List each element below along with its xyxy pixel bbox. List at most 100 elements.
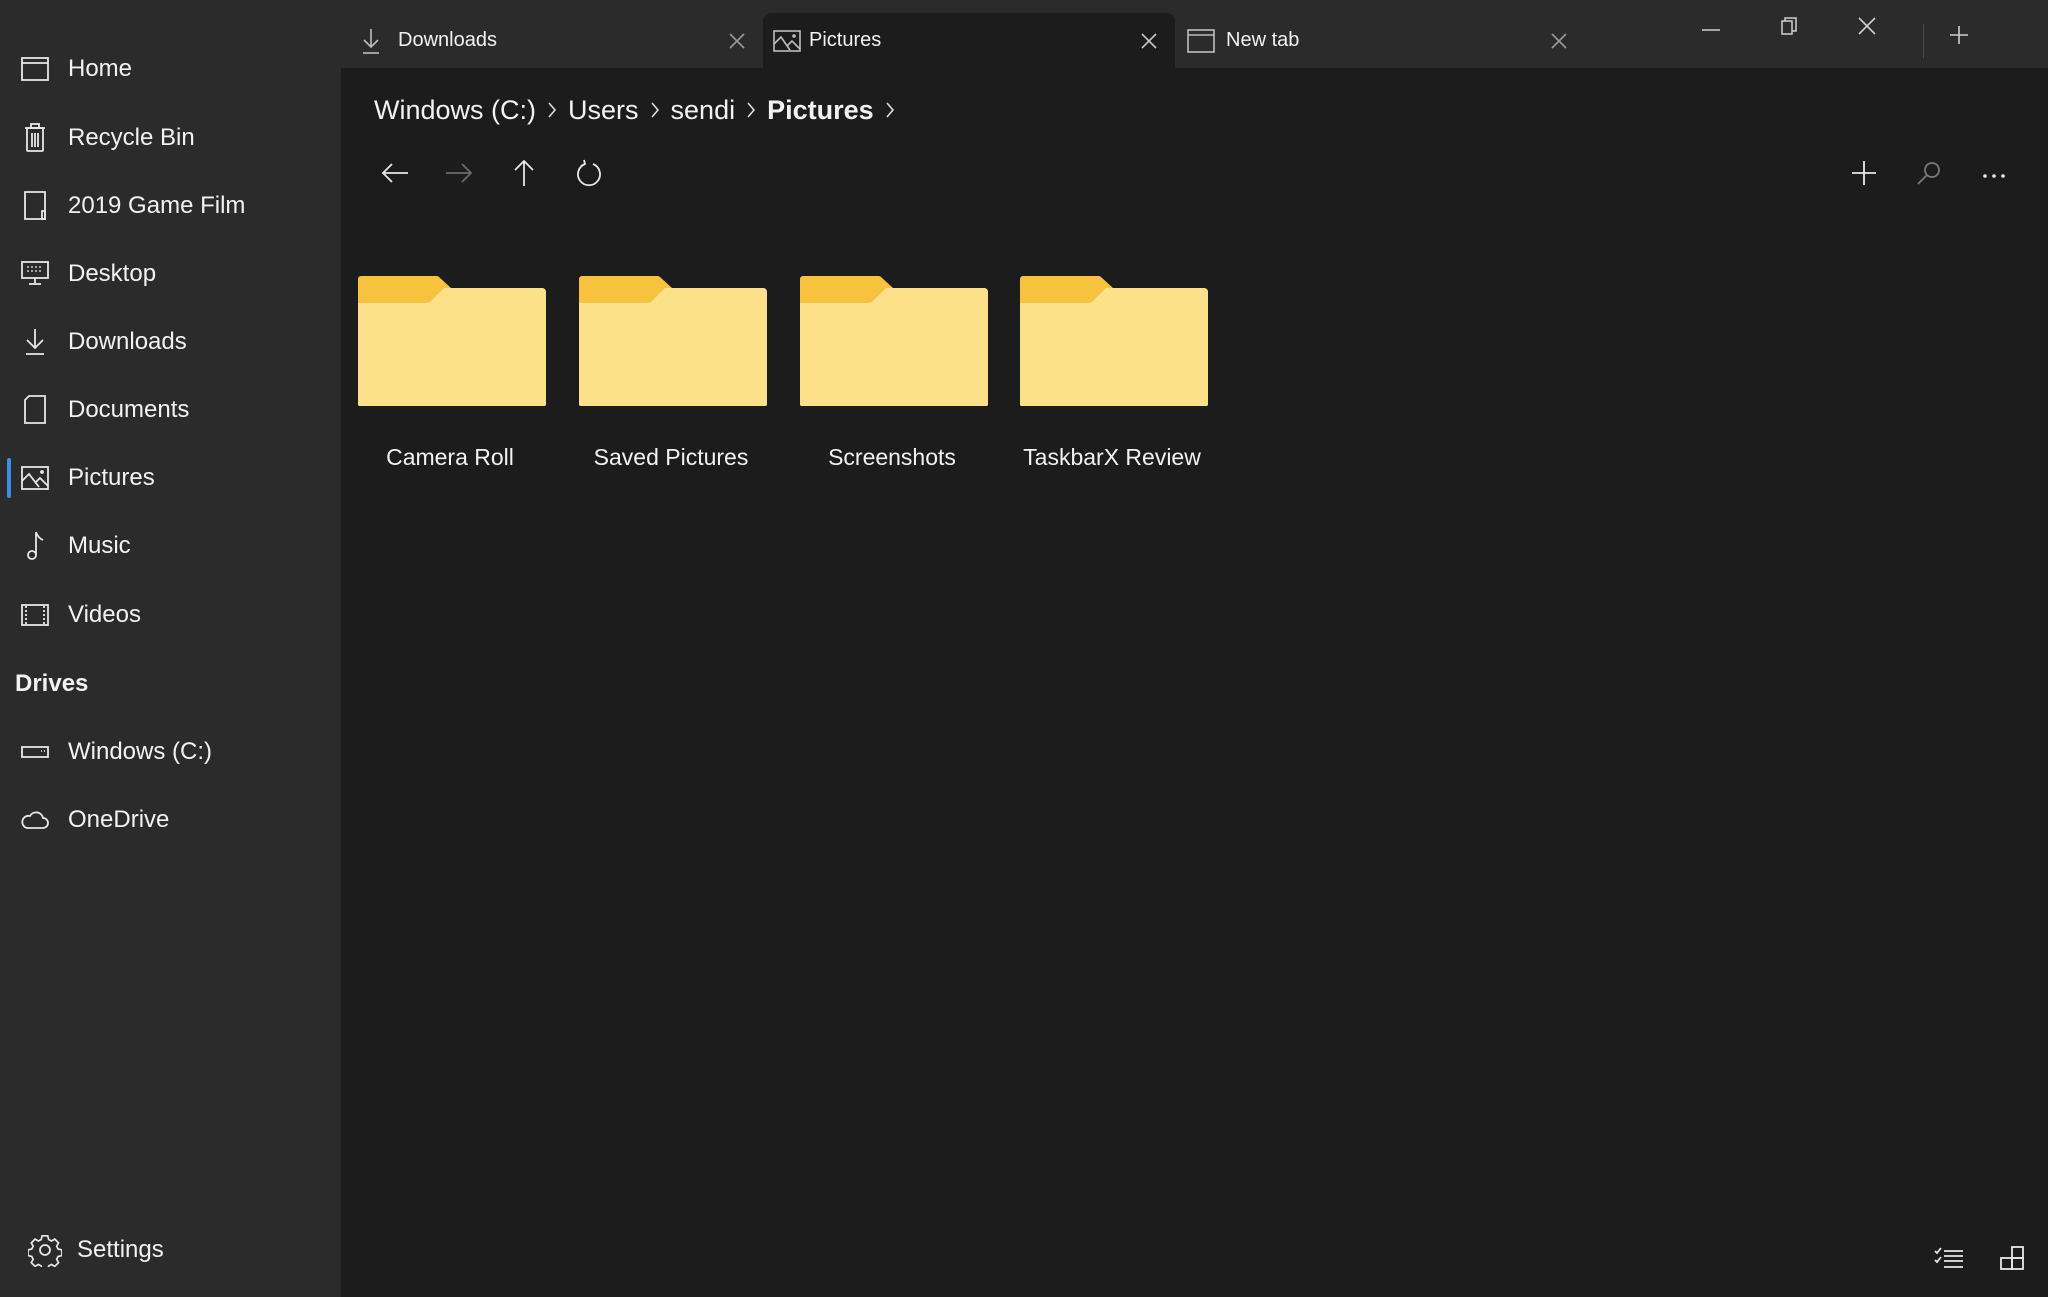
sidebar-item-label: Documents [68, 396, 190, 423]
close-tab-icon[interactable] [725, 29, 749, 53]
desktop-icon [20, 259, 50, 289]
home-icon [20, 54, 50, 84]
folder-pin-icon [20, 191, 50, 221]
tab-separator [1923, 24, 1924, 58]
folder-item[interactable]: TaskbarX Review [1002, 268, 1212, 498]
sidebar-item-desktop[interactable]: Desktop [0, 246, 341, 302]
folder-name: Screenshots [828, 444, 956, 470]
sidebar-item-label: Recycle Bin [68, 124, 195, 151]
video-icon [20, 600, 50, 630]
close-tab-icon[interactable] [1547, 29, 1571, 53]
add-icon [1949, 25, 1969, 50]
chevron-right-icon[interactable] [536, 96, 568, 124]
forward-button[interactable] [437, 153, 481, 197]
tab-label: New tab [1226, 29, 1300, 51]
sidebar-item-home[interactable]: Home [0, 41, 341, 97]
layout-mode-icon [2000, 1245, 2024, 1275]
folder-item[interactable]: Screenshots [782, 268, 992, 498]
folder-name: Saved Pictures [593, 444, 749, 470]
sidebar-item-label: Home [68, 55, 133, 82]
restore-button[interactable] [1759, 8, 1819, 48]
download-icon [20, 327, 50, 357]
up-button[interactable] [502, 153, 546, 197]
sidebar-item-windows-c[interactable]: Windows (C:) [0, 724, 341, 780]
up-arrow-icon [513, 159, 535, 192]
sidebar-item-label: Pictures [68, 464, 155, 491]
chevron-right-icon[interactable] [735, 96, 767, 124]
chevron-right-icon[interactable] [639, 96, 671, 124]
music-note-icon [20, 531, 50, 561]
main-content: Windows (C:) Users sendi Pictures Camera… [341, 68, 2048, 1297]
multi-select-icon [1934, 1246, 1964, 1274]
document-icon [20, 395, 50, 425]
settings-label: Settings [77, 1236, 164, 1263]
refresh-button[interactable] [567, 153, 611, 197]
gear-icon [27, 1233, 63, 1271]
breadcrumb-item-pictures[interactable]: Pictures [767, 95, 874, 126]
folder-item[interactable]: Saved Pictures [561, 268, 771, 498]
breadcrumb-item-sendi[interactable]: sendi [671, 95, 736, 126]
folder-icon [579, 276, 767, 406]
sidebar: Home Recycle Bin 2019 Game Film Desktop … [0, 0, 341, 1297]
drive-icon [20, 737, 50, 767]
sidebar-item-label: Desktop [68, 260, 157, 287]
forward-arrow-icon [445, 162, 473, 189]
folder-name: Camera Roll [386, 444, 514, 470]
sidebar-item-music[interactable]: Music [0, 518, 341, 574]
breadcrumb-item-windows-c[interactable]: Windows (C:) [374, 95, 536, 126]
folder-icon [358, 276, 546, 406]
cloud-icon [20, 805, 50, 835]
drives-section-header: Drives [15, 670, 89, 697]
window-icon [1187, 27, 1215, 55]
tab-bar: Downloads Pictures New tab [341, 0, 2048, 68]
sidebar-item-documents[interactable]: Documents [0, 382, 341, 438]
search-icon [1916, 160, 1942, 191]
sidebar-item-label: Music [68, 532, 131, 559]
download-icon [357, 27, 385, 55]
picture-icon [20, 463, 50, 493]
tab-label: Pictures [809, 29, 882, 51]
close-tab-icon[interactable] [1137, 29, 1161, 53]
close-icon [1858, 16, 1876, 40]
new-item-button[interactable] [1842, 153, 1886, 197]
selected-indicator [7, 458, 11, 498]
refresh-icon [576, 159, 602, 192]
tab-label: Downloads [398, 29, 497, 51]
tab-new-tab[interactable]: New tab [1175, 13, 1585, 68]
folder-item[interactable]: Camera Roll [340, 268, 550, 498]
chevron-right-icon[interactable] [874, 96, 906, 124]
minimize-icon [1702, 19, 1720, 37]
recycle-bin-icon [20, 123, 50, 153]
sidebar-item-onedrive[interactable]: OneDrive [0, 792, 341, 848]
more-options-button[interactable] [1972, 153, 2016, 197]
close-window-button[interactable] [1837, 8, 1897, 48]
picture-icon [773, 27, 801, 55]
sidebar-item-label: Downloads [68, 328, 187, 355]
back-arrow-icon [381, 162, 409, 189]
folder-name: TaskbarX Review [1023, 444, 1201, 470]
new-tab-button[interactable] [1944, 22, 1974, 52]
sidebar-item-videos[interactable]: Videos [0, 587, 341, 643]
tab-downloads[interactable]: Downloads [341, 13, 763, 68]
sidebar-item-label: Videos [68, 601, 141, 628]
back-button[interactable] [373, 153, 417, 197]
folder-icon [800, 276, 988, 406]
sidebar-item-recycle-bin[interactable]: Recycle Bin [0, 110, 341, 166]
sidebar-item-label: OneDrive [68, 806, 170, 833]
search-button[interactable] [1907, 153, 1951, 197]
sidebar-item-pictures[interactable]: Pictures [0, 450, 341, 506]
breadcrumb: Windows (C:) Users sendi Pictures [374, 90, 906, 130]
restore-icon [1781, 16, 1797, 40]
folder-icon [1020, 276, 1208, 406]
sidebar-item-downloads[interactable]: Downloads [0, 314, 341, 370]
sidebar-item-2019-game-film[interactable]: 2019 Game Film [0, 178, 341, 234]
settings-button[interactable]: Settings [0, 1222, 341, 1278]
breadcrumb-item-users[interactable]: Users [568, 95, 639, 126]
more-icon [1982, 166, 2006, 184]
minimize-button[interactable] [1681, 8, 1741, 48]
sidebar-item-label: 2019 Game Film [68, 192, 246, 219]
tab-pictures[interactable]: Pictures [763, 13, 1175, 68]
multi-select-button[interactable] [1929, 1240, 1969, 1280]
add-icon [1851, 160, 1877, 191]
layout-mode-button[interactable] [1992, 1240, 2032, 1280]
